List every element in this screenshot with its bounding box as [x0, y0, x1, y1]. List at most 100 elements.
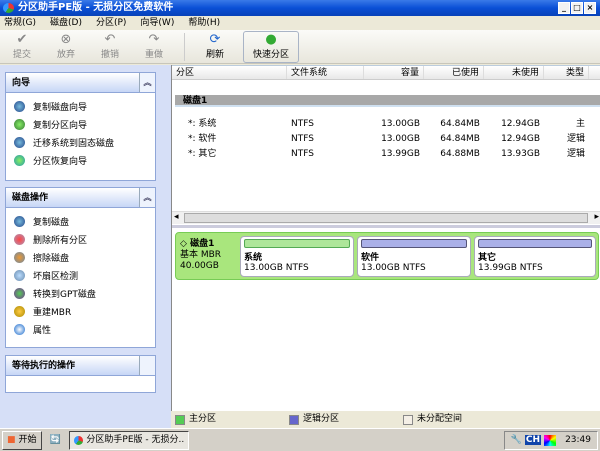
maximize-button[interactable]: □ — [571, 2, 583, 14]
col-partition[interactable]: 分区 — [172, 66, 287, 79]
col-capacity[interactable]: 容量 — [364, 66, 424, 79]
rebuild-mbr-icon — [14, 305, 25, 317]
start-button[interactable]: ■ 开始 — [2, 430, 42, 450]
partition-block-other[interactable]: 其它 13.99GB NTFS — [474, 236, 596, 277]
system-tray: 🔧 CH 23:49 — [503, 430, 598, 450]
menu-partition[interactable]: 分区(P) — [96, 16, 126, 30]
table-header: 分区 文件系统 容量 已使用 未使用 类型 — [172, 65, 600, 80]
wizard-copy-disk[interactable]: 复制磁盘向导 — [6, 97, 155, 115]
table-cell: 64.88MB — [440, 149, 480, 159]
delete-icon — [14, 233, 25, 245]
copy-disk-icon — [14, 215, 25, 227]
menu-general[interactable]: 常规(G) — [4, 16, 36, 30]
sidebar: 向导 ︽ 复制磁盘向导 复制分区向导 迁移系统到固态磁盘 分区恢复向导 磁盘操作 ︽… — [0, 65, 171, 428]
table-cell: 逻辑 — [566, 149, 585, 159]
disk-group-row[interactable]: 磁盘1 — [175, 95, 600, 107]
table-cell: 64.84MB — [440, 134, 480, 144]
migrate-icon — [14, 136, 25, 148]
toolbar-separator — [184, 33, 185, 61]
discard-button[interactable]: ⊗ 放弃 — [44, 30, 88, 62]
partition-info: 13.00GB NTFS — [361, 263, 426, 273]
disk-size: 40.00GB — [180, 261, 219, 271]
partition-name: 系统 — [244, 253, 263, 263]
op-properties[interactable]: 属性 — [6, 320, 155, 338]
unallocated-swatch — [403, 414, 413, 425]
taskbar: ■ 开始 🔄 分区助手PE版 - 无损分... 🔧 CH 23:49 — [0, 428, 600, 451]
partition-info: 13.00GB NTFS — [244, 263, 309, 273]
app-icon — [3, 3, 14, 13]
partition-info: 13.99GB NTFS — [478, 263, 543, 273]
convert-icon — [14, 287, 25, 299]
table-row[interactable]: *: 系统 NTFS 13.00GB 64.84MB 12.94GB 主 — [172, 117, 600, 132]
op-copy-disk[interactable]: 复制磁盘 — [6, 212, 155, 230]
quick-partition-button[interactable]: ● 快速分区 — [243, 31, 299, 63]
disk-icon: ◇ — [180, 239, 187, 249]
refresh-icon: ⟳ — [209, 32, 221, 47]
partition-area: 分区 文件系统 容量 已使用 未使用 类型 磁盘1 *: 系统 NTFS 13.00… — [171, 65, 600, 428]
primary-swatch — [175, 414, 185, 425]
legend-primary: 主分区 — [189, 414, 217, 424]
col-type[interactable]: 类型 — [544, 66, 589, 79]
taskbar-app-button[interactable]: 分区助手PE版 - 无损分... — [68, 430, 189, 450]
refresh-button[interactable]: ⟳ 刷新 — [193, 30, 237, 62]
disk-operations-panel: 磁盘操作 ︽ 复制磁盘 删除所有分区 擦除磁盘 坏扇区检测 转换到GPT磁盘 重建… — [5, 187, 156, 348]
table-cell: 13.00GB — [381, 119, 420, 129]
legend-unallocated: 未分配空间 — [417, 414, 463, 424]
op-rebuild-mbr[interactable]: 重建MBR — [6, 302, 155, 320]
redo-button[interactable]: ↷ 重做 — [132, 30, 176, 62]
table-cell: *: 其它 — [188, 149, 217, 159]
table-cell: NTFS — [291, 119, 314, 129]
table-cell: 13.00GB — [381, 134, 420, 144]
table-row[interactable]: *: 其它 NTFS 13.99GB 64.88MB 13.93GB 逻辑 — [172, 147, 600, 162]
pending-title: 等待执行的操作 — [12, 361, 76, 371]
discard-icon: ⊗ — [60, 32, 72, 47]
display-icon[interactable] — [544, 434, 557, 446]
op-convert-gpt[interactable]: 转换到GPT磁盘 — [6, 284, 155, 302]
quicklaunch-icon[interactable]: 🔄 — [46, 431, 65, 450]
col-filesystem[interactable]: 文件系统 — [287, 66, 364, 79]
menu-help[interactable]: 帮助(H) — [188, 16, 220, 30]
pending-operations-panel: 等待执行的操作 — [5, 355, 156, 393]
redo-icon: ↷ — [148, 32, 160, 47]
wizard-panel-title: 向导 — [12, 78, 31, 88]
legend: 主分区 逻辑分区 未分配空间 — [171, 411, 600, 428]
op-delete-all-partitions[interactable]: 删除所有分区 — [6, 230, 155, 248]
logical-swatch — [289, 414, 299, 425]
disk-map[interactable]: ◇ 磁盘1 基本 MBR 40.00GB 系统 13.00GB NTFS 软件 13… — [175, 232, 599, 280]
splitter[interactable] — [172, 225, 600, 228]
wizard-migrate-ssd[interactable]: 迁移系统到固态磁盘 — [6, 133, 155, 151]
menu-bar: 常规(G) 磁盘(D) 分区(P) 向导(W) 帮助(H) — [0, 16, 600, 30]
collapse-icon[interactable] — [139, 356, 155, 375]
menu-disk[interactable]: 磁盘(D) — [50, 16, 82, 30]
partition-block-system[interactable]: 系统 13.00GB NTFS — [240, 236, 354, 277]
menu-wizard[interactable]: 向导(W) — [140, 16, 174, 30]
table-row[interactable]: *: 软件 NTFS 13.00GB 64.84MB 12.94GB 逻辑 — [172, 132, 600, 147]
table-cell: 13.99GB — [381, 149, 420, 159]
wizard-copy-partition[interactable]: 复制分区向导 — [6, 115, 155, 133]
col-unused[interactable]: 未使用 — [484, 66, 544, 79]
partition-block-software[interactable]: 软件 13.00GB NTFS — [357, 236, 471, 277]
commit-button[interactable]: ✔ 提交 — [0, 30, 44, 62]
language-indicator[interactable]: CH — [524, 435, 542, 445]
disk-info: ◇ 磁盘1 基本 MBR 40.00GB — [180, 239, 221, 272]
table-cell: *: 软件 — [188, 134, 217, 144]
horizontal-scrollbar[interactable]: ◂ ▸ — [172, 211, 600, 224]
partition-name: 其它 — [478, 253, 497, 263]
col-used[interactable]: 已使用 — [424, 66, 484, 79]
partition-name: 软件 — [361, 253, 380, 263]
table-cell: 逻辑 — [566, 134, 585, 144]
undo-button[interactable]: ↶ 撤销 — [88, 30, 132, 62]
table-cell: NTFS — [291, 134, 314, 144]
wizard-partition-recovery[interactable]: 分区恢复向导 — [6, 151, 155, 169]
legend-logical: 逻辑分区 — [303, 414, 340, 424]
op-bad-sector-check[interactable]: 坏扇区检测 — [6, 266, 155, 284]
collapse-icon[interactable]: ︽ — [139, 188, 155, 207]
minimize-button[interactable]: _ — [558, 2, 570, 14]
collapse-icon[interactable]: ︽ — [139, 73, 155, 92]
close-button[interactable]: × — [584, 2, 596, 14]
clock: 23:49 — [565, 435, 591, 445]
info-icon — [14, 323, 25, 335]
tray-icon[interactable]: 🔧 — [511, 435, 522, 445]
wipe-icon — [14, 251, 25, 263]
op-wipe-disk[interactable]: 擦除磁盘 — [6, 248, 155, 266]
